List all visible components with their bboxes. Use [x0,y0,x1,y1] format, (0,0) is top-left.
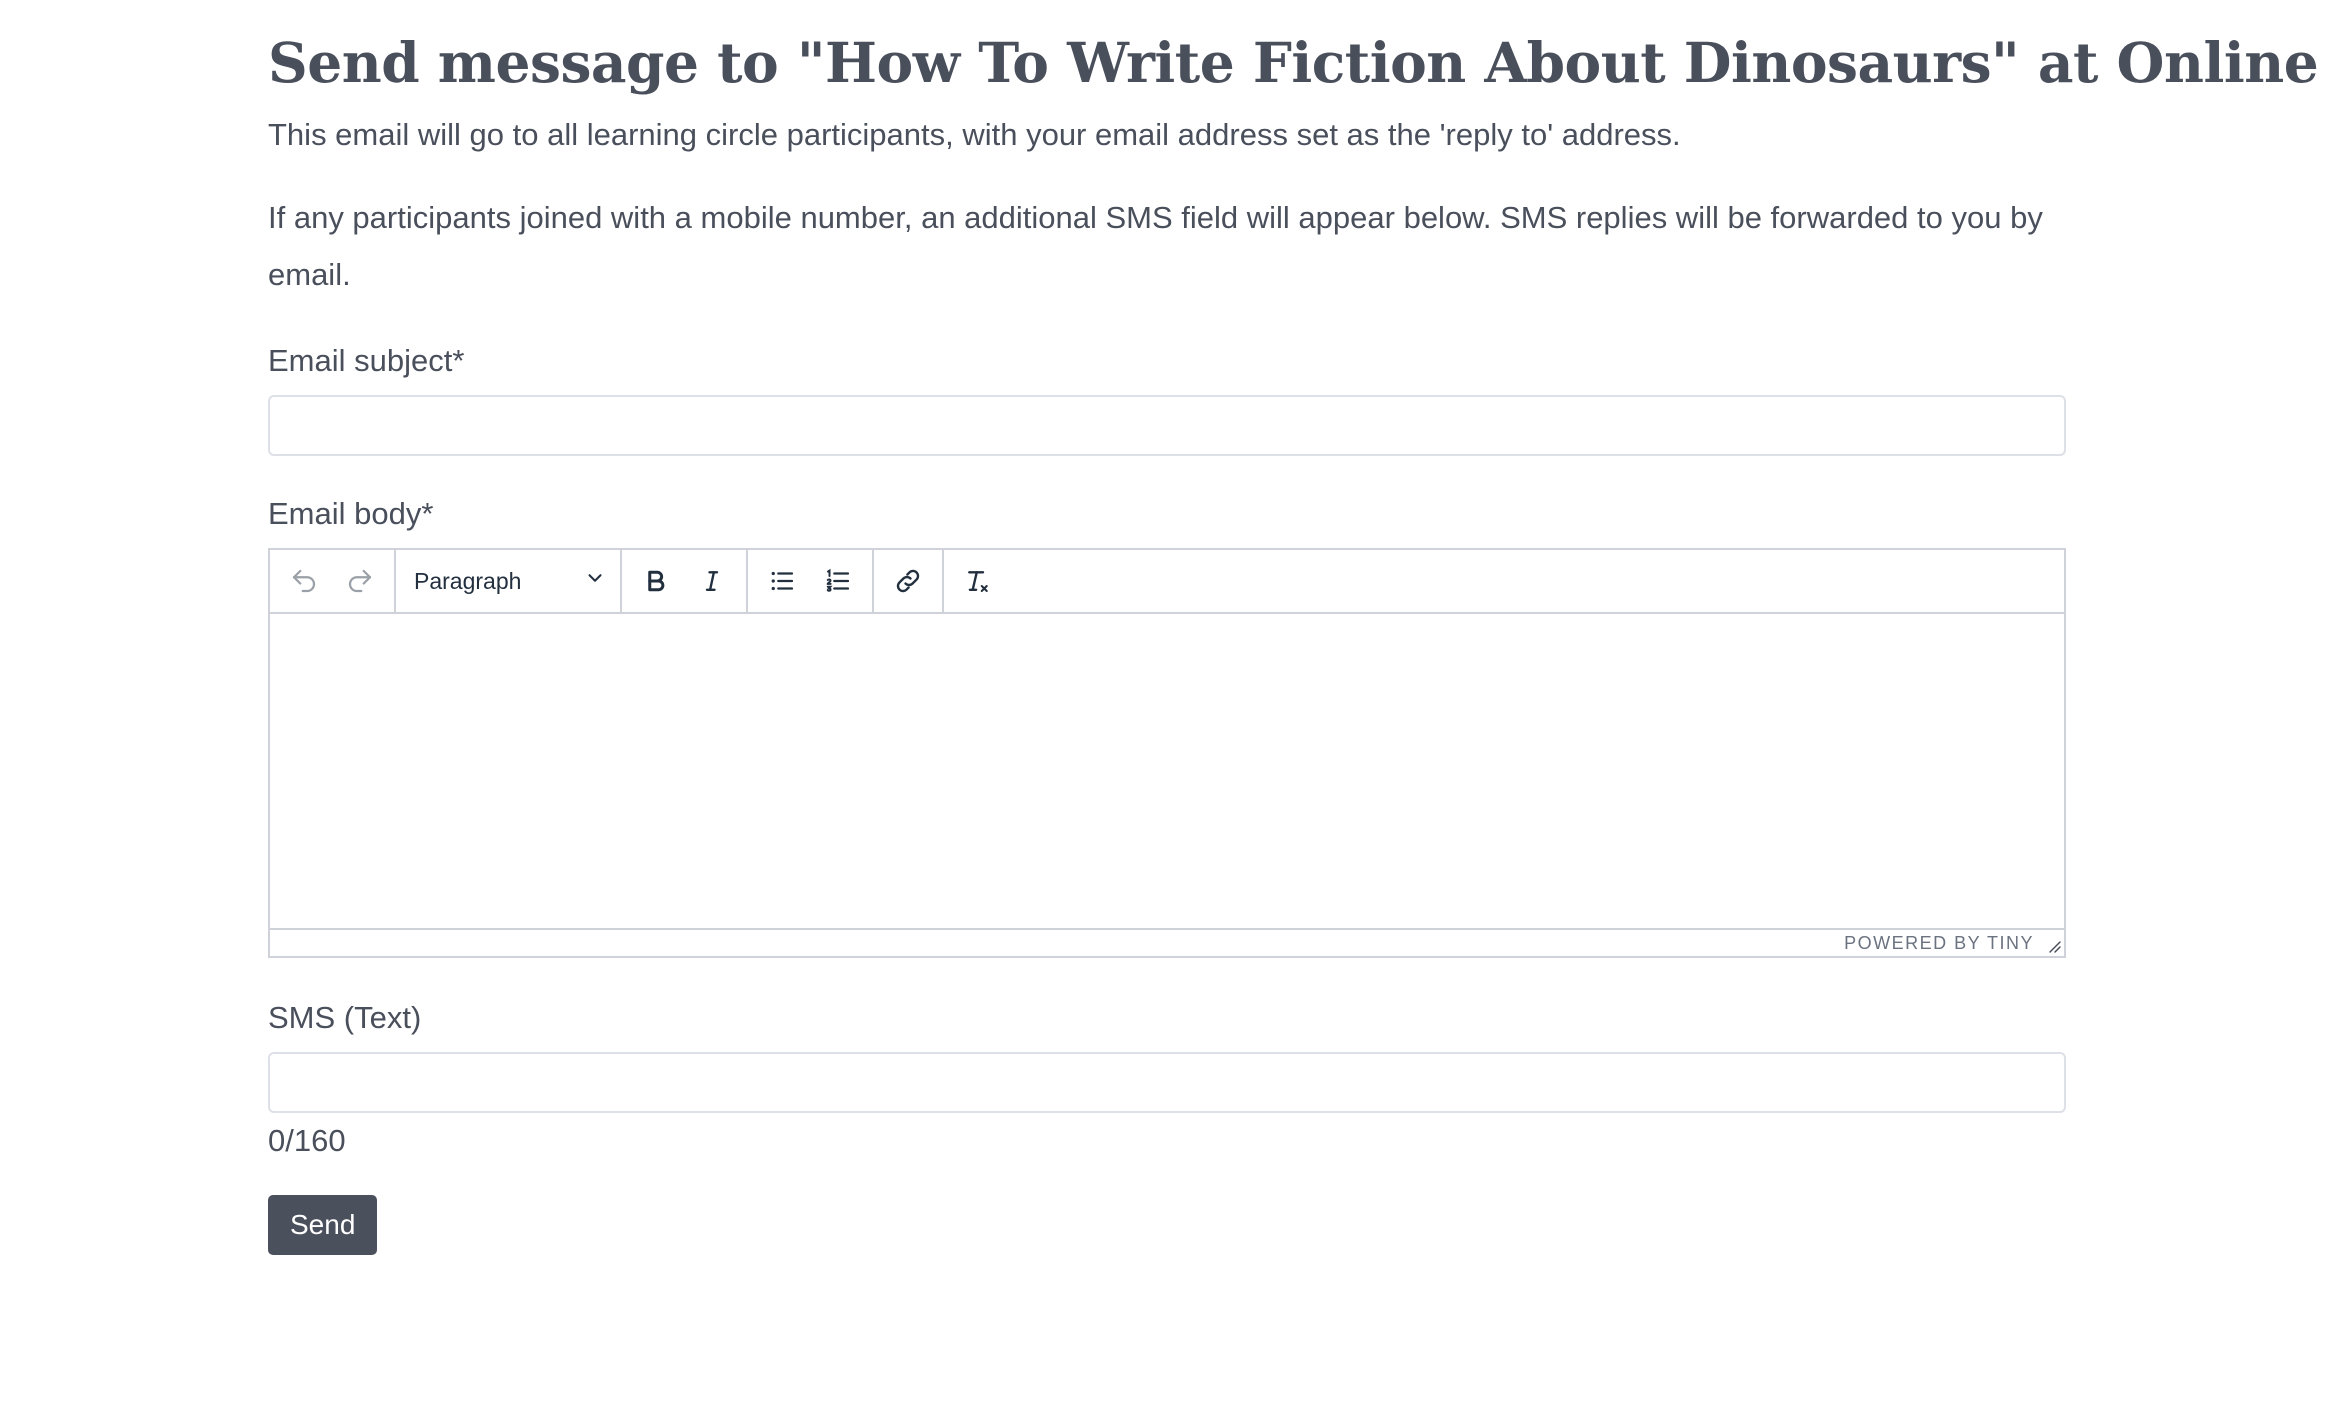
link-icon [893,566,923,596]
block-format-label: Paragraph [414,567,522,594]
chevron-down-icon [584,567,606,595]
sms-character-count: 0/160 [268,1123,346,1158]
remove-format-button[interactable] [950,555,1006,607]
clear-format-group [944,550,1012,612]
bold-button[interactable] [628,555,684,607]
sms-label: SMS (Text) [268,1000,422,1035]
sms-input[interactable] [268,1052,2066,1113]
bullet-list-button[interactable] [754,555,810,607]
remove-format-icon [963,566,993,596]
sms-info-text: If any participants joined with a mobile… [268,200,2043,292]
style-group [622,550,748,612]
redo-icon [345,566,375,596]
link-group [874,550,944,612]
link-button[interactable] [880,555,936,607]
editor-statusbar: POWERED BY TINY [270,928,2064,956]
email-body-input[interactable] [270,614,2064,928]
history-group [270,550,396,612]
bullet-list-icon [767,566,797,596]
intro-text: This email will go to all learning circl… [268,117,1681,152]
italic-icon [697,566,727,596]
numbered-list-icon [823,566,853,596]
email-body-editor: Paragraph POWERED BY TINY [268,548,2066,958]
page-title: Send message to "How To Write Fiction Ab… [268,30,2319,95]
format-group: Paragraph [396,550,622,612]
redo-button[interactable] [332,555,388,607]
block-format-select[interactable]: Paragraph [402,555,614,607]
editor-branding-link[interactable]: POWERED BY TINY [1844,933,2034,954]
resize-icon [2046,941,2062,958]
undo-button[interactable] [276,555,332,607]
editor-toolbar: Paragraph [270,550,2064,614]
undo-icon [289,566,319,596]
italic-button[interactable] [684,555,740,607]
numbered-list-button[interactable] [810,555,866,607]
email-subject-input[interactable] [268,395,2066,456]
email-subject-label: Email subject* [268,343,465,378]
bold-icon [641,566,671,596]
list-group [748,550,874,612]
email-body-label: Email body* [268,496,434,531]
resize-handle[interactable] [2046,938,2062,954]
send-button[interactable]: Send [268,1195,378,1255]
message-form-page: Send message to "How To Write Fiction Ab… [268,0,2319,1255]
